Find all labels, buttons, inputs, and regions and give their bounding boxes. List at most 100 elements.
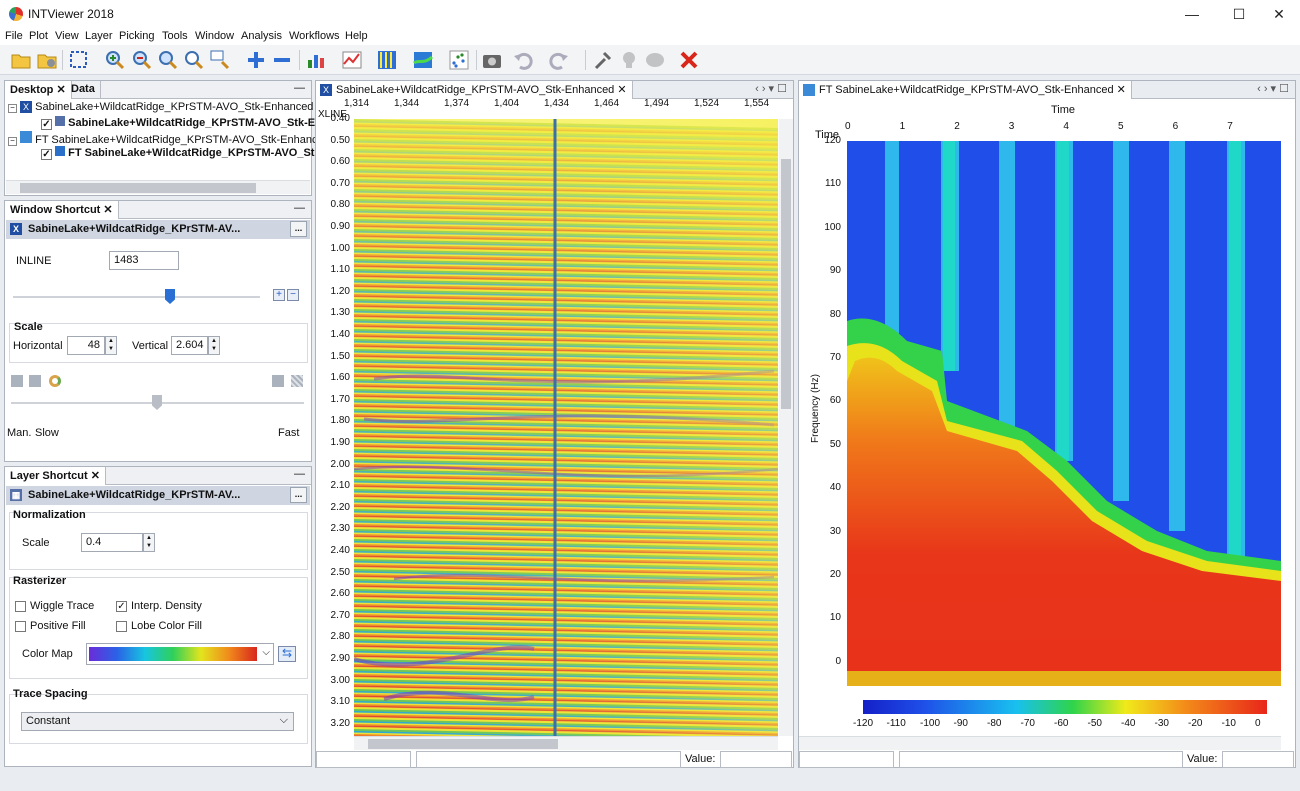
scatter-icon[interactable]	[448, 49, 470, 71]
tab-desktop[interactable]: Desktop ✕	[5, 81, 72, 99]
brain-icon[interactable]	[644, 49, 666, 71]
view-controls-icon[interactable]: ‹ › ▾ ☐	[755, 82, 787, 95]
horizontal-scrollbar[interactable]	[354, 736, 778, 750]
minimize-button[interactable]: —	[1169, 0, 1215, 28]
trace-spacing-select[interactable]: Constant ⌵	[21, 712, 294, 731]
remove-icon[interactable]	[271, 49, 293, 71]
tree-item-ft[interactable]: − FT SabineLake+WildcatRidge_KPrSTM-AVO_…	[8, 131, 317, 146]
colorbar-tick-label: -70	[1020, 718, 1035, 729]
vertical-input[interactable]: 2.604	[171, 336, 208, 355]
camera-icon[interactable]	[481, 49, 503, 71]
menu-analysis[interactable]: Analysis	[241, 30, 282, 42]
y-tick-label: 60	[829, 395, 841, 407]
scale-title: Scale	[14, 321, 43, 333]
collapse-icon[interactable]: −	[8, 137, 17, 146]
tab-data[interactable]: Data	[66, 81, 101, 99]
minimize-panel-icon[interactable]: —	[294, 82, 305, 94]
positive-fill-checkbox[interactable]	[15, 621, 26, 632]
speed-slider-thumb[interactable]	[152, 395, 162, 410]
lobe-color-fill-label: Lobe Color Fill	[131, 620, 202, 632]
minimize-panel-icon[interactable]: —	[294, 468, 305, 480]
swap-colormap-button[interactable]: ⇆	[278, 646, 296, 662]
y-tick-label: 0.40	[330, 113, 350, 124]
horizontal-spinner[interactable]: ▲ ▼	[105, 336, 117, 355]
bar-chart-icon[interactable]	[305, 49, 327, 71]
layer-shortcut-panel: Layer Shortcut ✕ — ▦ SabineLake+WildcatR…	[4, 466, 312, 767]
add-icon[interactable]	[245, 49, 267, 71]
collapse-icon[interactable]: −	[8, 104, 17, 113]
zoom-out-icon[interactable]	[131, 49, 153, 71]
zoom-select-icon[interactable]	[209, 49, 231, 71]
menu-tools[interactable]: Tools	[162, 30, 188, 42]
increment-button[interactable]: +	[273, 289, 285, 301]
colorbar-tick-label: -30	[1154, 718, 1169, 729]
lobe-color-fill-checkbox[interactable]	[116, 621, 127, 632]
zoom-reset-icon[interactable]	[183, 49, 205, 71]
pick-tool-icon[interactable]	[592, 49, 614, 71]
decrement-button[interactable]: −	[287, 289, 299, 301]
redo-icon[interactable]	[548, 49, 570, 71]
close-icon[interactable]: ✕	[103, 204, 112, 216]
horizontal-input[interactable]: 48	[67, 336, 105, 355]
open-settings-icon[interactable]	[36, 49, 58, 71]
close-icon[interactable]: ✕	[617, 84, 626, 96]
y-tick-label: 0.90	[330, 221, 350, 232]
seismic-trace-icon[interactable]	[376, 49, 398, 71]
delete-icon[interactable]	[678, 49, 700, 71]
list-icon[interactable]	[272, 375, 284, 387]
view-controls-icon[interactable]: ‹ › ▾ ☐	[1257, 82, 1289, 95]
ft-spectrogram-image[interactable]	[847, 141, 1281, 686]
pause-icon[interactable]	[29, 375, 41, 387]
inline-slider-track[interactable]	[13, 296, 260, 298]
close-icon[interactable]: ✕	[56, 84, 65, 96]
inline-slider-thumb[interactable]	[165, 289, 175, 304]
horizontal-scrollbar[interactable]	[6, 180, 310, 194]
layer-checkbox[interactable]: ✓	[41, 119, 52, 130]
menu-layer[interactable]: Layer	[85, 30, 113, 42]
zoom-fit-icon[interactable]	[157, 49, 179, 71]
normalization-scale-input[interactable]: 0.4	[81, 533, 143, 552]
line-chart-icon[interactable]	[341, 49, 363, 71]
menu-view[interactable]: View	[55, 30, 79, 42]
first-frame-icon[interactable]	[11, 375, 23, 387]
menu-help[interactable]: Help	[345, 30, 368, 42]
y-tick-label: 90	[829, 265, 841, 277]
refresh-icon[interactable]	[49, 375, 61, 387]
zoom-in-icon[interactable]	[104, 49, 126, 71]
tree-item-seismic-layer[interactable]: ✓ SabineLake+WildcatRidge_KPrSTM-AVO_Stk…	[41, 116, 322, 130]
minimize-panel-icon[interactable]: —	[294, 202, 305, 214]
tab-window-shortcut[interactable]: Window Shortcut ✕	[5, 201, 119, 219]
menu-window[interactable]: Window	[195, 30, 234, 42]
close-icon[interactable]: ✕	[91, 470, 100, 482]
close-icon[interactable]: ✕	[1117, 84, 1126, 96]
tab-seismic-view[interactable]: X SabineLake+WildcatRidge_KPrSTM-AVO_Stk…	[316, 81, 633, 99]
layer-checkbox[interactable]: ✓	[41, 149, 52, 160]
map-icon[interactable]	[412, 49, 434, 71]
menu-plot[interactable]: Plot	[29, 30, 48, 42]
tab-ft-view[interactable]: FT SabineLake+WildcatRidge_KPrSTM-AVO_St…	[799, 81, 1132, 99]
normalization-scale-spinner[interactable]: ▲ ▼	[143, 533, 155, 552]
grid-icon[interactable]	[291, 375, 303, 387]
close-button[interactable]: ✕	[1256, 0, 1300, 28]
wiggle-trace-label: Wiggle Trace	[30, 600, 95, 612]
wiggle-trace-checkbox[interactable]	[15, 601, 26, 612]
tree-item-seismic[interactable]: − X SabineLake+WildcatRidge_KPrSTM-AVO_S…	[8, 101, 313, 113]
inline-input[interactable]: 1483	[109, 251, 179, 270]
color-map-select[interactable]: ⌵	[86, 643, 274, 665]
vertical-scrollbar[interactable]	[779, 119, 793, 736]
seismic-section-image[interactable]	[354, 119, 778, 736]
zoom-box-icon[interactable]	[68, 49, 90, 71]
lightbulb-icon[interactable]	[618, 49, 640, 71]
tree-item-ft-layer[interactable]: ✓ FT SabineLake+WildcatRidge_KPrSTM-AVO_…	[41, 146, 321, 160]
undo-icon[interactable]	[512, 49, 534, 71]
horizontal-scrollbar[interactable]	[799, 736, 1281, 750]
open-folder-icon[interactable]	[10, 49, 32, 71]
menu-picking[interactable]: Picking	[119, 30, 154, 42]
layer-options-button[interactable]: ...	[290, 487, 307, 503]
menu-workflows[interactable]: Workflows	[289, 30, 340, 42]
vertical-spinner[interactable]: ▲ ▼	[208, 336, 220, 355]
interp-density-checkbox[interactable]: ✓	[116, 601, 127, 612]
window-options-button[interactable]: ...	[290, 221, 307, 237]
tab-layer-shortcut[interactable]: Layer Shortcut ✕	[5, 467, 106, 485]
menu-file[interactable]: File	[5, 30, 23, 42]
